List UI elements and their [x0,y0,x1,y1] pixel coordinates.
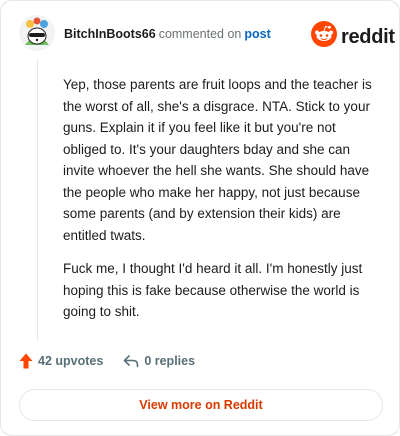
view-more-button[interactable]: View more on Reddit [19,389,383,421]
commented-on-text: commented on [158,27,242,41]
reddit-brand[interactable]: reddit [311,21,395,52]
comment-paragraph: Yep, those parents are fruit loops and t… [63,77,372,243]
reddit-logo-icon [311,21,337,52]
reply-count: 0 replies [144,354,196,368]
user-avatar[interactable] [19,15,55,51]
reddit-wordmark: reddit [341,25,395,48]
username[interactable]: BitchInBoots66 [64,27,156,41]
upvote-count: 42 upvotes [38,354,104,368]
reply-icon [123,354,139,368]
comment-actions: 42 upvotes 0 replies [19,353,195,369]
post-link[interactable]: post [244,27,270,41]
comment-paragraph: Fuck me, I thought I'd heard it all. I'm… [63,261,363,319]
comment-body: Yep, those parents are fruit loops and t… [63,74,381,335]
upvote-button[interactable]: 42 upvotes [19,353,103,369]
reddit-comment-embed: BitchInBoots66 commented on post reddit Ye… [0,0,400,436]
thread-line [37,59,38,341]
comment-header: BitchInBoots66 commented on post [64,26,271,42]
upvote-arrow-icon [19,353,33,369]
replies-button[interactable]: 0 replies [123,354,195,368]
